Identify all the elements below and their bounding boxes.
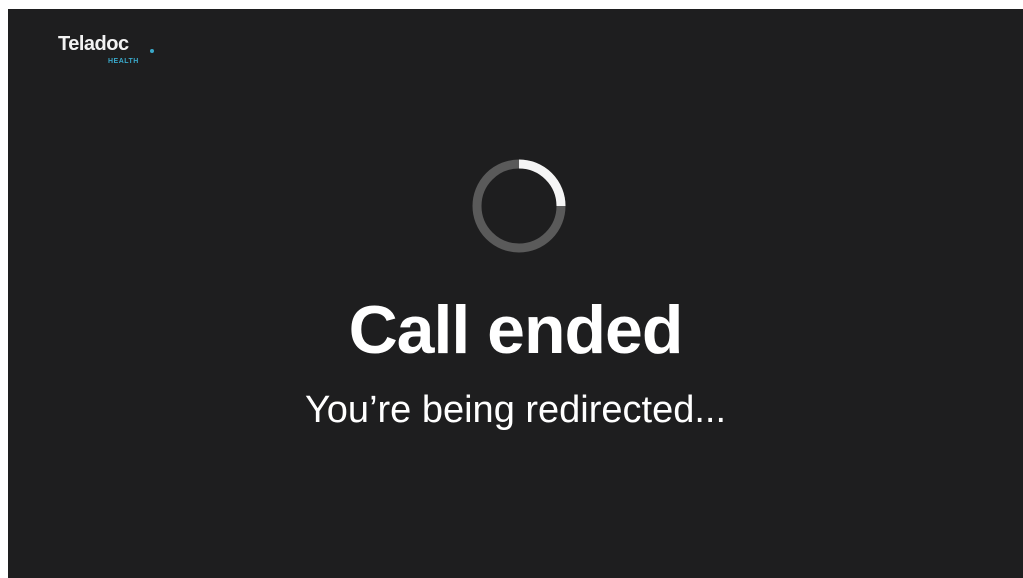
logo-subtext: HEALTH (108, 58, 139, 65)
logo-wordmark: Teladoc (58, 33, 129, 55)
logo-dot (150, 49, 154, 53)
call-ended-screen: Teladoc HEALTH Call ended You’re being r… (8, 9, 1023, 578)
loading-spinner-icon (472, 159, 566, 253)
redirect-message: You’re being redirected... (304, 389, 727, 431)
spinner-arc (518, 159, 566, 207)
page-title: Call ended (348, 292, 684, 368)
teladoc-logo: Teladoc HEALTH (58, 33, 168, 73)
